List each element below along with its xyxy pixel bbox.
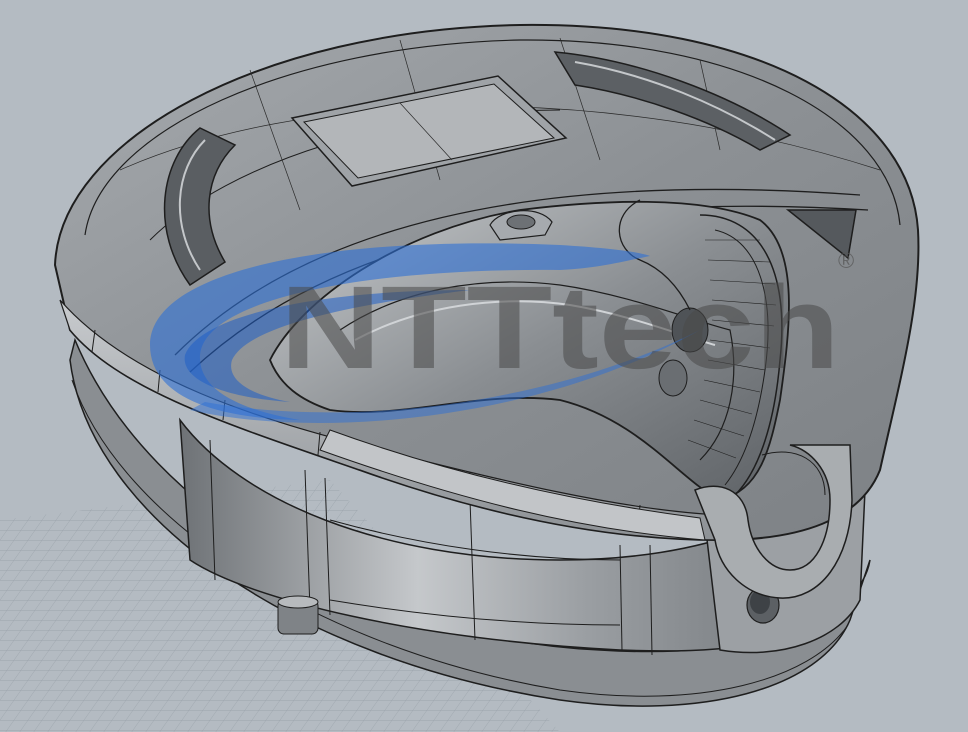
model-scene (0, 23, 920, 732)
perspective-viewport[interactable]: NTTtech ® (0, 0, 968, 732)
foot-peg (277, 595, 319, 635)
